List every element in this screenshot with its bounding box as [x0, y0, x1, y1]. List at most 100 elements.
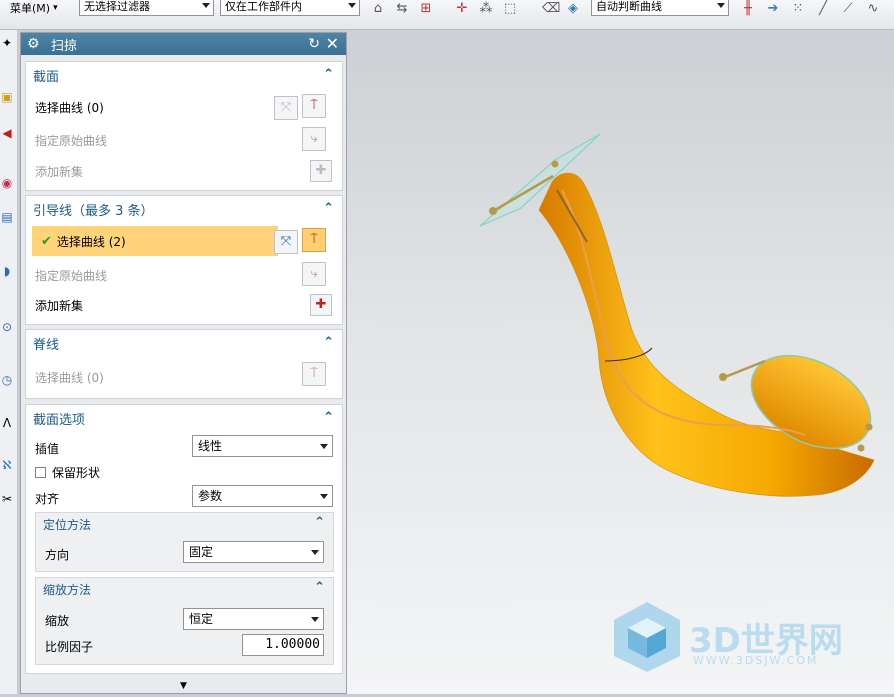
add-set-icon[interactable]: ✚ [310, 294, 332, 316]
scaling-subgroup: 缩放方法 ⌃ 缩放 恒定 比例因子 1.00000 [35, 577, 334, 665]
chevron-down-icon [348, 3, 356, 8]
line-icon[interactable]: ╱ [815, 1, 831, 17]
specify-origin-label: 指定原始曲线 [35, 133, 108, 148]
direction-dropdown[interactable]: 固定 [183, 541, 324, 563]
point-snap-icon[interactable]: ⊞ [418, 1, 434, 17]
reverse-direction-icon[interactable]: ⤧ [274, 96, 298, 120]
collapse-icon[interactable]: ⌃ [314, 515, 325, 530]
curve-select-icon[interactable]: ⍑ [302, 94, 326, 118]
orientation-header[interactable]: 定位方法 ⌃ [36, 513, 333, 535]
gear-icon[interactable]: ⚙ [27, 36, 45, 52]
section-options-header[interactable]: 截面选项 ⌃ [26, 405, 342, 431]
specify-origin-label: 指定原始曲线 [35, 268, 108, 283]
interpolation-value: 线性 [198, 439, 223, 453]
spine-header[interactable]: 脊线 ⌃ [26, 330, 342, 356]
chevron-down-icon [311, 617, 319, 622]
curve-stop-icon[interactable]: ╫ [740, 1, 756, 17]
tangent-icon[interactable]: ⟋ [840, 1, 856, 17]
scale-label: 缩放 [45, 613, 70, 628]
curve-select-icon[interactable]: ⍑ [302, 362, 326, 386]
add-set-icon[interactable]: ✚ [310, 160, 332, 182]
preserve-shape-checkbox[interactable] [35, 466, 46, 478]
select-curve-label: 选择曲线 (0) [35, 100, 104, 115]
alignment-dropdown[interactable]: 参数 [192, 485, 333, 507]
select-spine-curve-row[interactable]: 选择曲线 (0) [26, 362, 342, 392]
section-title: 截面 [33, 69, 60, 85]
pin-icon[interactable]: ✦ [0, 36, 14, 50]
spine-title: 脊线 [33, 337, 60, 353]
collapse-icon[interactable]: ⌃ [314, 580, 325, 595]
collapse-icon[interactable]: ⌃ [323, 410, 334, 425]
select-curve-label: 选择曲线 (2) [56, 234, 126, 249]
clock-icon[interactable]: ◷ [0, 373, 14, 387]
dialog-title: 扫掠 [51, 38, 78, 54]
vector-origin [551, 160, 559, 168]
selection-filter-dropdown[interactable]: 无选择过滤器 [79, 0, 214, 16]
section-options-group: 截面选项 ⌃ 插值 线性 保留形状 对齐 参数 定位方法 ⌃ 方向 固定 缩放方… [25, 404, 343, 674]
snap-icon[interactable]: ⌂ [370, 1, 386, 17]
move-icon[interactable]: ⇆ [394, 1, 410, 17]
eraser-icon[interactable]: ⌫ [542, 1, 560, 17]
add-new-set-row[interactable]: 添加新集 [26, 156, 342, 186]
watermark-logo-icon [614, 602, 680, 672]
chevron-down-icon: ▾ [53, 3, 58, 13]
scale-dropdown[interactable]: 恒定 [183, 608, 324, 630]
selection-scope-dropdown[interactable]: 仅在工作部件内 [220, 0, 360, 16]
add-new-set-label: 添加新集 [35, 298, 84, 313]
spine-group: 脊线 ⌃ 选择曲线 (0) ⍑ [25, 329, 343, 399]
specify-origin-row[interactable]: 指定原始曲线 [26, 125, 342, 155]
expand-more-icon[interactable]: ▼ [21, 679, 346, 693]
roles-icon[interactable]: Λ [0, 416, 14, 430]
direction-label: 方向 [45, 547, 70, 562]
curve-select-icon[interactable]: ⍑ [302, 228, 326, 252]
constraint-icon[interactable]: ◀ [0, 126, 14, 140]
collapse-icon[interactable]: ⌃ [323, 67, 334, 82]
section-group: 截面 ⌃ 选择曲线 (0) ⤧ ⍑ 指定原始曲线 ⤷ 添加新集 ✚ [25, 61, 343, 191]
vector-origin [865, 423, 873, 431]
history-icon[interactable]: ⊙ [0, 320, 14, 334]
assembly-icon[interactable]: ▣ [0, 90, 14, 104]
close-icon[interactable]: ✕ [326, 34, 339, 53]
system-icon[interactable]: ℵ [0, 458, 14, 472]
add-new-set-row[interactable]: 添加新集 [26, 290, 342, 320]
menu-label: 菜单(M) [10, 2, 51, 15]
menu-button[interactable]: 菜单(M) ▾ [0, 0, 72, 18]
reverse-direction-icon[interactable]: ⤧ [274, 230, 298, 254]
alignment-value: 参数 [198, 489, 223, 503]
guides-header[interactable]: 引导线（最多 3 条） ⌃ [26, 196, 342, 222]
crosshair-icon[interactable]: ✛ [454, 1, 470, 17]
scale-factor-label: 比例因子 [45, 639, 94, 654]
resource-bar: ✦ ▣ ◀ ◉ ▤ ◗ ⊙ ◷ Λ ℵ ✂ [0, 30, 18, 694]
collapse-icon[interactable]: ⌃ [323, 201, 334, 216]
cube-icon[interactable]: ◈ [565, 1, 581, 17]
vector-head [719, 373, 727, 381]
direction-value: 固定 [189, 545, 214, 559]
graphics-window[interactable]: 3D世界网 WWW.3DSJW.COM [347, 30, 894, 694]
specify-origin-row[interactable]: 指定原始曲线 [26, 260, 342, 290]
add-new-set-label: 添加新集 [35, 164, 84, 179]
scaling-header[interactable]: 缩放方法 ⌃ [36, 578, 333, 600]
tools-icon[interactable]: ✂ [0, 492, 14, 506]
points-icon[interactable]: ⁙ [790, 1, 806, 17]
spline-icon[interactable]: ∿ [865, 1, 881, 17]
origin-curve-icon[interactable]: ⤷ [302, 127, 326, 151]
reset-icon[interactable]: ↻ [308, 36, 320, 52]
reuse-icon[interactable]: ◉ [0, 176, 14, 190]
library-icon[interactable]: ▤ [0, 210, 14, 224]
vertex-icon[interactable]: ⁂ [478, 1, 494, 17]
collapse-icon[interactable]: ⌃ [323, 335, 334, 350]
check-icon: ✔ [41, 233, 52, 249]
section-header[interactable]: 截面 ⌃ [26, 62, 342, 88]
curve-rule-dropdown[interactable]: 自动判断曲线 [591, 0, 729, 16]
orientation-subgroup: 定位方法 ⌃ 方向 固定 [35, 512, 334, 572]
box-select-icon[interactable]: ⬚ [502, 1, 518, 17]
arrow-right-icon[interactable]: ➔ [765, 1, 781, 17]
select-guide-curve-row[interactable]: ✔ 选择曲线 (2) [32, 226, 278, 256]
interpolation-dropdown[interactable]: 线性 [192, 435, 333, 457]
swept-body-model [479, 133, 875, 497]
web-icon[interactable]: ◗ [0, 264, 14, 278]
scale-factor-input[interactable]: 1.00000 [242, 634, 324, 656]
selection-scope-value: 仅在工作部件内 [225, 0, 302, 13]
origin-curve-icon[interactable]: ⤷ [302, 262, 326, 286]
alignment-label: 对齐 [35, 491, 60, 506]
